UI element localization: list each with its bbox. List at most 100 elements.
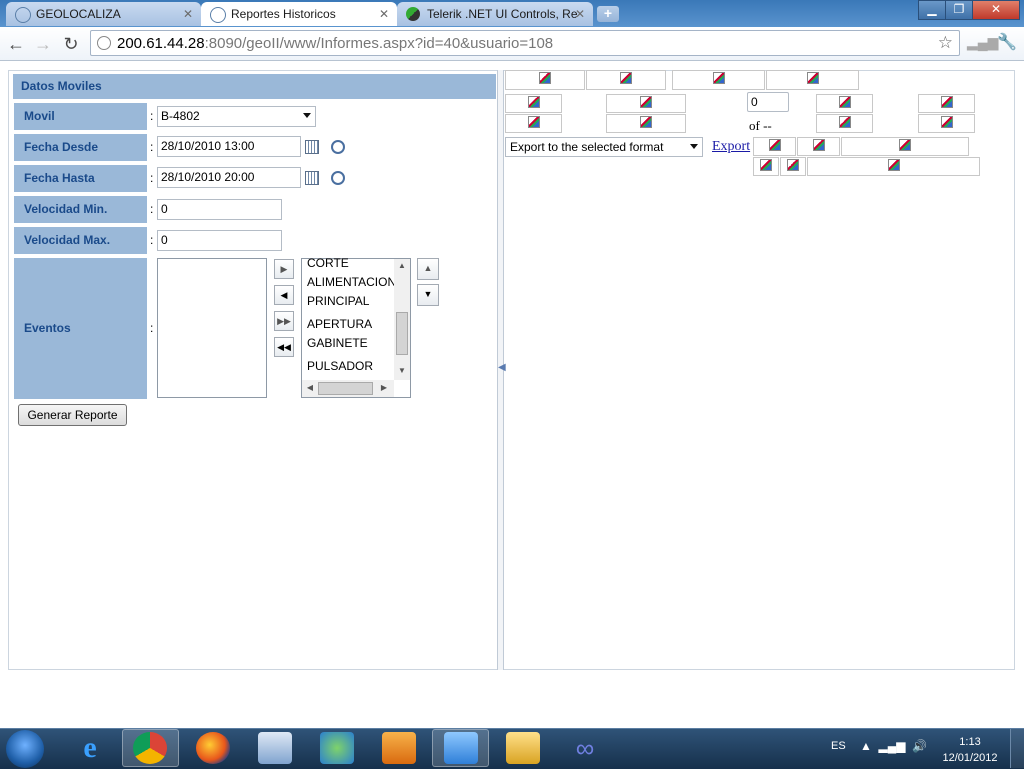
clock-icon[interactable] bbox=[331, 171, 345, 185]
close-tab-icon[interactable]: ✕ bbox=[575, 2, 585, 26]
tab-reportes-historicos[interactable]: Reportes Historicos ✕ bbox=[201, 2, 397, 26]
close-tab-icon[interactable]: ✕ bbox=[379, 2, 389, 26]
page-info-icon[interactable] bbox=[97, 36, 111, 50]
forward-icon[interactable]: → bbox=[32, 33, 54, 55]
maximize-button[interactable]: ❐ bbox=[945, 0, 973, 20]
broken-image[interactable] bbox=[807, 157, 980, 176]
outlook-icon[interactable] bbox=[382, 732, 416, 764]
prev-page-button[interactable] bbox=[606, 94, 686, 113]
export-link[interactable]: Export bbox=[712, 139, 750, 155]
list-item[interactable]: PULSADOR bbox=[307, 359, 373, 373]
broken-image[interactable] bbox=[672, 70, 765, 90]
scroll-right-icon[interactable]: ▶ bbox=[378, 383, 390, 392]
scroll-left-icon[interactable]: ◀ bbox=[304, 383, 316, 392]
broken-image[interactable] bbox=[816, 114, 873, 133]
reload-icon[interactable]: ↻ bbox=[60, 33, 82, 55]
firefox-icon[interactable] bbox=[196, 732, 230, 764]
first-page-button[interactable] bbox=[505, 94, 562, 113]
generar-reporte-button[interactable]: Generar Reporte bbox=[18, 404, 127, 426]
broken-image-icon bbox=[527, 116, 540, 128]
list-item[interactable]: PRINCIPAL bbox=[307, 294, 369, 308]
move-right-button[interactable]: ▶ bbox=[274, 259, 294, 279]
minimize-button[interactable]: ▁ bbox=[918, 0, 946, 20]
broken-image[interactable] bbox=[753, 137, 796, 156]
list-item[interactable]: APERTURA bbox=[307, 317, 372, 331]
list-item[interactable]: GABINETE bbox=[307, 336, 368, 350]
calendar-icon[interactable] bbox=[305, 171, 319, 185]
language-indicator[interactable]: ES bbox=[831, 740, 846, 752]
list-item[interactable]: CORTE bbox=[307, 256, 349, 270]
last-page-button[interactable] bbox=[918, 94, 975, 113]
chevron-down-icon bbox=[690, 144, 698, 149]
broken-image[interactable] bbox=[586, 70, 666, 90]
messenger-icon[interactable] bbox=[320, 732, 354, 764]
back-icon[interactable]: ← bbox=[5, 33, 27, 55]
velocidad-min-input[interactable]: 0 bbox=[157, 199, 282, 220]
broken-image[interactable] bbox=[505, 114, 562, 133]
selected-events-list[interactable] bbox=[157, 258, 267, 398]
broken-image-icon bbox=[887, 159, 900, 171]
scroll-down-icon[interactable]: ▼ bbox=[395, 366, 409, 375]
scroll-up-icon[interactable]: ▲ bbox=[395, 261, 409, 270]
broken-image-icon bbox=[640, 116, 652, 128]
page-number-input[interactable]: 0 bbox=[747, 92, 789, 112]
visual-studio-icon[interactable]: ∞ bbox=[566, 734, 604, 762]
calendar-icon[interactable] bbox=[305, 140, 319, 154]
folder-icon[interactable] bbox=[506, 732, 540, 764]
broken-image-icon bbox=[539, 72, 551, 84]
broken-image[interactable] bbox=[505, 70, 585, 90]
bookmark-star-icon[interactable]: ☆ bbox=[938, 33, 953, 53]
url-text[interactable]: 200.61.44.28:8090/geoII/www/Informes.asp… bbox=[117, 35, 553, 52]
next-page-button[interactable] bbox=[816, 94, 873, 113]
broken-image[interactable] bbox=[841, 137, 969, 156]
broken-image-icon bbox=[760, 159, 772, 171]
internet-explorer-icon[interactable]: e bbox=[70, 733, 110, 763]
broken-image[interactable] bbox=[766, 70, 859, 90]
fecha-hasta-label: Fecha Hasta bbox=[14, 165, 147, 192]
move-left-button[interactable]: ◀ bbox=[274, 285, 294, 305]
tray-icons[interactable]: ▲ ▂▄▆ 🔊 bbox=[860, 739, 927, 753]
fecha-desde-label: Fecha Desde bbox=[14, 134, 147, 161]
tab-label: Reportes Historicos bbox=[231, 7, 336, 21]
broken-image-icon bbox=[806, 72, 819, 84]
chrome-icon[interactable] bbox=[133, 732, 167, 764]
colon: : bbox=[150, 233, 154, 247]
signal-icon[interactable]: ▂▄▆ bbox=[967, 34, 998, 51]
move-down-button[interactable]: ▼ bbox=[417, 284, 439, 306]
broken-image[interactable] bbox=[606, 114, 686, 133]
media-player-icon[interactable] bbox=[444, 732, 478, 764]
globe-icon bbox=[210, 7, 226, 23]
hscroll-thumb[interactable] bbox=[318, 382, 373, 395]
close-tab-icon[interactable]: ✕ bbox=[183, 2, 193, 26]
move-all-left-button[interactable]: ◀◀ bbox=[274, 337, 294, 357]
movil-select[interactable]: B-4802 bbox=[157, 106, 316, 127]
telerik-icon bbox=[406, 7, 420, 21]
section-header: Datos Moviles bbox=[13, 74, 496, 99]
fecha-desde-input[interactable]: 28/10/2010 13:00 bbox=[157, 136, 301, 157]
colon: : bbox=[150, 202, 154, 216]
fecha-hasta-input[interactable]: 28/10/2010 20:00 bbox=[157, 167, 301, 188]
remote-desktop-icon[interactable] bbox=[258, 732, 292, 764]
start-button[interactable] bbox=[6, 730, 44, 768]
wrench-icon[interactable]: 🔧 bbox=[997, 32, 1017, 52]
velocidad-max-input[interactable]: 0 bbox=[157, 230, 282, 251]
export-format-select[interactable]: Export to the selected format bbox=[505, 137, 703, 157]
show-desktop-button[interactable] bbox=[1010, 729, 1024, 768]
address-bar[interactable]: 200.61.44.28:8090/geoII/www/Informes.asp… bbox=[90, 30, 960, 56]
broken-image[interactable] bbox=[753, 157, 779, 176]
move-up-button[interactable]: ▲ bbox=[417, 258, 439, 280]
broken-image[interactable] bbox=[918, 114, 975, 133]
tab-geolocaliza[interactable]: GEOLOCALIZA ✕ bbox=[6, 2, 201, 26]
tab-telerik[interactable]: Telerik .NET UI Controls, Re ✕ bbox=[397, 2, 593, 26]
new-tab-button[interactable]: + bbox=[597, 6, 619, 22]
list-item[interactable]: ALIMENTACION bbox=[307, 275, 396, 289]
tab-label: GEOLOCALIZA bbox=[36, 7, 121, 21]
collapse-arrow-icon[interactable]: ◀ bbox=[498, 362, 506, 373]
broken-image[interactable] bbox=[797, 137, 840, 156]
move-all-right-button[interactable]: ▶▶ bbox=[274, 311, 294, 331]
broken-image[interactable] bbox=[780, 157, 806, 176]
close-window-button[interactable]: ✕ bbox=[972, 0, 1020, 20]
scroll-thumb[interactable] bbox=[396, 312, 408, 355]
system-clock[interactable]: 1:13 12/01/2012 bbox=[940, 734, 1000, 766]
clock-icon[interactable] bbox=[331, 140, 345, 154]
